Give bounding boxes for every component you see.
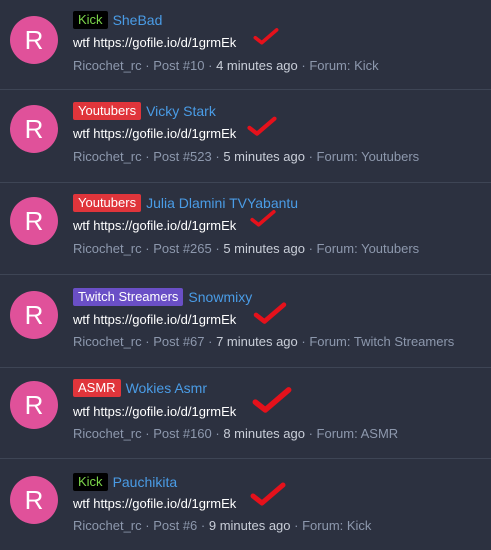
activity-feed: R Kick SheBad wtf https://gofile.io/d/1g…	[0, 0, 491, 550]
post-number[interactable]: Post #67	[153, 334, 204, 349]
thread-title-line: Kick SheBad	[73, 10, 162, 30]
forum-link[interactable]: Forum: Kick	[302, 518, 371, 533]
thread-title-link[interactable]: Vicky Stark	[146, 103, 216, 119]
forum-link[interactable]: Forum: Youtubers	[317, 149, 420, 164]
list-item: R Youtubers Julia Dlamini TVYabantu wtf …	[0, 183, 491, 275]
prefix-tag[interactable]: Kick	[73, 11, 108, 29]
post-time: 5 minutes ago	[223, 149, 305, 164]
post-snippet[interactable]: wtf https://gofile.io/d/1grmEk	[73, 496, 236, 511]
avatar[interactable]: R	[10, 16, 58, 64]
author-link[interactable]: Ricochet_rc	[73, 518, 142, 533]
checkmark-icon	[250, 482, 286, 506]
checkmark-icon	[247, 116, 277, 136]
post-snippet[interactable]: wtf https://gofile.io/d/1grmEk	[73, 218, 236, 233]
author-link[interactable]: Ricochet_rc	[73, 58, 142, 73]
post-time: 9 minutes ago	[208, 518, 291, 533]
thread-title-link[interactable]: SheBad	[113, 12, 163, 28]
post-number[interactable]: Post #6	[153, 518, 197, 533]
list-item: R Kick SheBad wtf https://gofile.io/d/1g…	[0, 0, 491, 90]
post-meta: Ricochet_rc · Post #67 · 7 minutes ago ·…	[73, 334, 455, 349]
prefix-tag[interactable]: ASMR	[73, 379, 121, 397]
avatar[interactable]: R	[10, 105, 58, 153]
thread-title-link[interactable]: Pauchikita	[113, 474, 178, 490]
post-meta: Ricochet_rc · Post #523 · 5 minutes ago …	[73, 149, 420, 164]
post-snippet[interactable]: wtf https://gofile.io/d/1grmEk	[73, 312, 236, 327]
thread-title-line: Twitch Streamers Snowmixy	[73, 287, 252, 307]
thread-title-line: Kick Pauchikita	[73, 472, 177, 492]
post-snippet[interactable]: wtf https://gofile.io/d/1grmEk	[73, 404, 236, 419]
thread-title-line: Youtubers Vicky Stark	[73, 101, 216, 121]
post-meta: Ricochet_rc · Post #160 · 8 minutes ago …	[73, 426, 399, 441]
forum-link[interactable]: Forum: Youtubers	[317, 241, 420, 256]
thread-title-link[interactable]: Wokies Asmr	[126, 380, 207, 396]
forum-link[interactable]: Forum: Twitch Streamers	[309, 334, 454, 349]
post-number[interactable]: Post #265	[153, 241, 212, 256]
post-time: 7 minutes ago	[216, 334, 298, 349]
thread-title-link[interactable]: Snowmixy	[188, 289, 252, 305]
post-meta: Ricochet_rc · Post #265 · 5 minutes ago …	[73, 241, 420, 256]
author-link[interactable]: Ricochet_rc	[73, 426, 142, 441]
prefix-tag[interactable]: Kick	[73, 473, 108, 491]
avatar-letter: R	[24, 389, 44, 420]
list-item: R Kick Pauchikita wtf https://gofile.io/…	[0, 459, 491, 550]
thread-title-line: ASMR Wokies Asmr	[73, 378, 207, 398]
list-item: R Twitch Streamers Snowmixy wtf https://…	[0, 275, 491, 368]
checkmark-icon	[253, 302, 287, 324]
prefix-tag[interactable]: Youtubers	[73, 102, 142, 120]
avatar-letter: R	[24, 299, 44, 330]
forum-link[interactable]: Forum: ASMR	[317, 426, 399, 441]
prefix-tag[interactable]: Twitch Streamers	[73, 288, 184, 306]
post-meta: Ricochet_rc · Post #6 · 9 minutes ago · …	[73, 518, 372, 533]
avatar[interactable]: R	[10, 291, 58, 339]
author-link[interactable]: Ricochet_rc	[73, 241, 142, 256]
list-item: R Youtubers Vicky Stark wtf https://gofi…	[0, 91, 491, 183]
avatar-letter: R	[24, 113, 44, 144]
avatar-letter: R	[24, 205, 44, 236]
avatar-letter: R	[24, 24, 44, 55]
avatar[interactable]: R	[10, 197, 58, 245]
post-snippet[interactable]: wtf https://gofile.io/d/1grmEk	[73, 126, 236, 141]
prefix-tag[interactable]: Youtubers	[73, 194, 142, 212]
author-link[interactable]: Ricochet_rc	[73, 149, 142, 164]
post-time: 5 minutes ago	[223, 241, 305, 256]
checkmark-icon	[252, 387, 292, 413]
forum-link[interactable]: Forum: Kick	[309, 58, 378, 73]
avatar[interactable]: R	[10, 476, 58, 524]
post-number[interactable]: Post #523	[153, 149, 212, 164]
post-number[interactable]: Post #160	[153, 426, 212, 441]
author-link[interactable]: Ricochet_rc	[73, 334, 142, 349]
checkmark-icon	[253, 28, 279, 45]
avatar[interactable]: R	[10, 381, 58, 429]
avatar-letter: R	[24, 484, 44, 515]
post-meta: Ricochet_rc · Post #10 · 4 minutes ago ·…	[73, 58, 379, 73]
checkmark-icon	[250, 209, 276, 227]
post-snippet[interactable]: wtf https://gofile.io/d/1grmEk	[73, 35, 236, 50]
post-number[interactable]: Post #10	[153, 58, 204, 73]
list-item: R ASMR Wokies Asmr wtf https://gofile.io…	[0, 368, 491, 459]
post-time: 8 minutes ago	[223, 426, 305, 441]
post-time: 4 minutes ago	[216, 58, 298, 73]
